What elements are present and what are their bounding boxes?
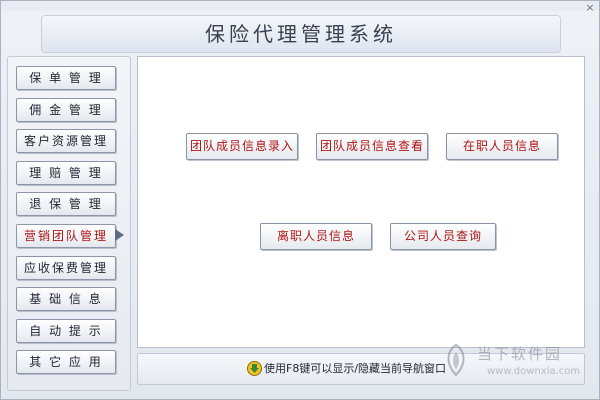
sidebar-item-basic-info[interactable]: 基 础 信 息 [16,287,116,311]
team-member-view-button[interactable]: 团队成员信息查看 [316,133,428,160]
sidebar-item-sales-team[interactable]: 营销团队管理 [16,224,116,248]
active-staff-button[interactable]: 在职人员信息 [446,133,558,160]
sidebar-nav: 保 单 管 理 佣 金 管 理 客户资源管理 理 赔 管 理 退 保 管 理 营… [7,56,131,391]
team-member-entry-button[interactable]: 团队成员信息录入 [186,133,298,160]
sidebar-item-surrender[interactable]: 退 保 管 理 [16,192,116,216]
app-title: 保险代理管理系统 [205,22,397,46]
status-hint: 使用F8键可以显示/隐藏当前导航窗口 [264,362,447,375]
sidebar-item-commission[interactable]: 佣 金 管 理 [16,98,116,122]
sidebar-item-auto-tips[interactable]: 自 动 提 示 [16,319,116,343]
watermark-logo-icon [447,343,465,377]
watermark-url: www.downxia.com [487,366,581,377]
company-staff-query-button[interactable]: 公司人员查询 [390,223,496,250]
sidebar-item-receivables[interactable]: 应收保费管理 [16,256,116,280]
title-bar-strip [1,1,599,11]
title-banner: 保险代理管理系统 [41,15,561,53]
app-window: × 保险代理管理系统 保 单 管 理 佣 金 管 理 客户资源管理 理 赔 管 … [0,0,600,400]
sidebar-item-claims[interactable]: 理 赔 管 理 [16,161,116,185]
active-item-arrow-icon [115,229,124,241]
sidebar-item-customer[interactable]: 客户资源管理 [16,129,116,153]
sidebar-item-other-apps[interactable]: 其 它 应 用 [16,350,116,374]
watermark-title: 当下软件园 [477,345,563,363]
departed-staff-button[interactable]: 离职人员信息 [260,223,372,250]
download-arrow-icon [247,361,262,376]
close-button[interactable]: × [584,2,596,13]
sidebar-item-policy[interactable]: 保 单 管 理 [16,66,116,90]
content-panel: 团队成员信息录入 团队成员信息查看 在职人员信息 离职人员信息 公司人员查询 [137,56,585,348]
watermark: 当下软件园 www.downxia.com [441,339,591,389]
